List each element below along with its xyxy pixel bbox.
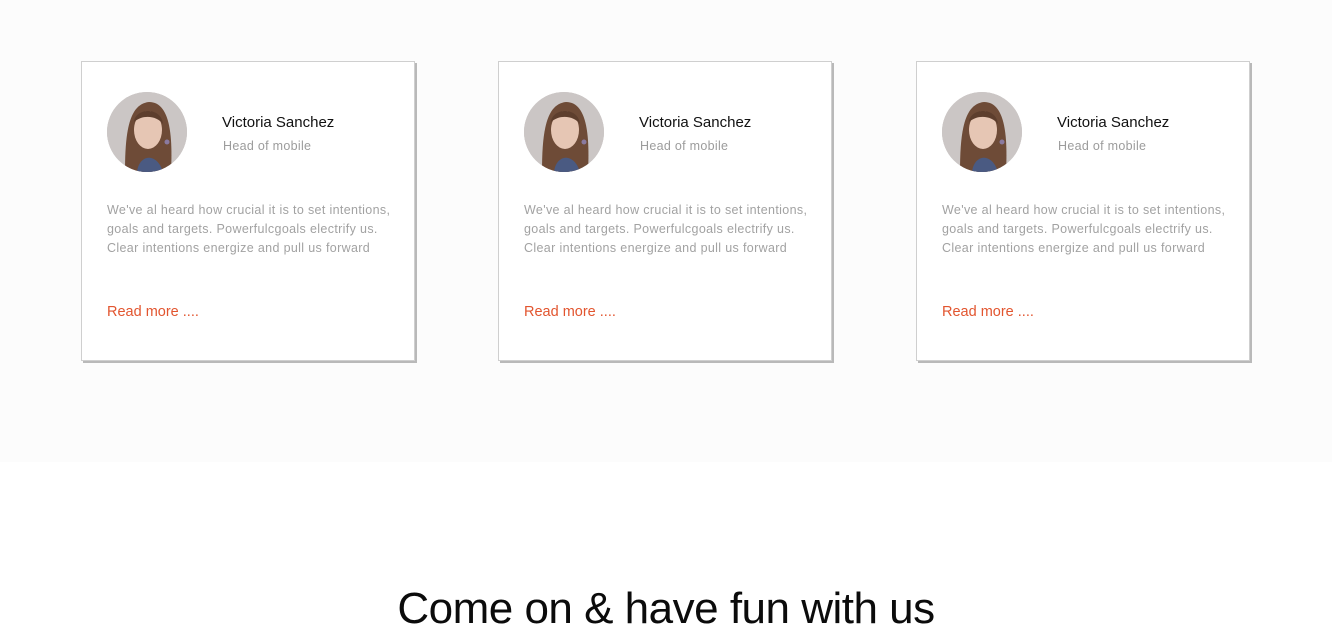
testimonial-quote: We've al heard how crucial it is to set … bbox=[107, 203, 391, 255]
woman-portrait-image bbox=[524, 92, 604, 172]
testimonial-card: Victoria Sanchez Head of mobile We've al… bbox=[498, 61, 832, 361]
read-more-link[interactable]: Read more .... bbox=[942, 304, 1034, 320]
read-more-link[interactable]: Read more .... bbox=[107, 304, 199, 320]
testimonial-card: Victoria Sanchez Head of mobile We've al… bbox=[916, 61, 1250, 361]
woman-portrait-image bbox=[942, 92, 1022, 172]
avatar bbox=[524, 92, 604, 172]
woman-portrait-image bbox=[107, 92, 187, 172]
avatar bbox=[107, 92, 187, 172]
person-name: Victoria Sanchez bbox=[222, 114, 335, 131]
testimonial-card: Victoria Sanchez Head of mobile We've al… bbox=[81, 61, 415, 361]
person-role: Head of mobile bbox=[1058, 139, 1147, 153]
testimonial-quote: We've al heard how crucial it is to set … bbox=[524, 203, 808, 255]
avatar bbox=[942, 92, 1022, 172]
read-more-link[interactable]: Read more .... bbox=[524, 304, 616, 320]
person-name: Victoria Sanchez bbox=[1057, 114, 1170, 131]
testimonials-section: Victoria Sanchez Head of mobile We've al… bbox=[0, 0, 1332, 462]
section-heading: Come on & have fun with us bbox=[397, 584, 935, 633]
person-name: Victoria Sanchez bbox=[639, 114, 752, 131]
person-role: Head of mobile bbox=[223, 139, 312, 153]
testimonial-quote: We've al heard how crucial it is to set … bbox=[942, 203, 1226, 255]
person-role: Head of mobile bbox=[640, 139, 729, 153]
